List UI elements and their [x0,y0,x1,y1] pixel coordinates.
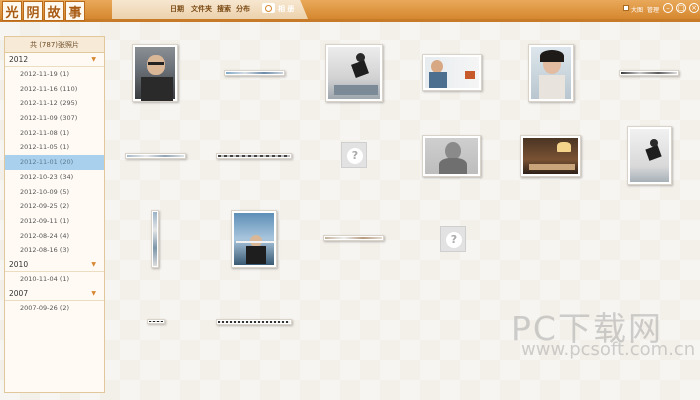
logo-char: 阴 [23,1,43,21]
date-item[interactable]: 2012-08-16 (3) [5,243,104,258]
logo-char: 故 [44,1,64,21]
photo-thumbnail[interactable] [231,210,277,268]
year-label: 2012 [9,55,29,64]
photo-thumbnail[interactable] [151,210,159,268]
photo-thumbnail[interactable] [125,153,186,159]
photo-thumbnail[interactable] [520,135,581,177]
date-item[interactable]: 2012-11-05 (1) [5,140,104,155]
date-item[interactable]: 2012-09-11 (1) [5,214,104,229]
nav-album[interactable]: 相 册 [278,4,294,14]
date-item[interactable]: 2012-11-08 (1) [5,126,104,141]
missing-photo-placeholder[interactable]: ? [440,226,466,252]
date-item[interactable]: 2012-11-09 (307) [5,111,104,126]
nav-date[interactable]: 日期 [170,4,184,14]
date-item[interactable]: 2012-09-25 (2) [5,199,104,214]
nav-folder[interactable]: 文件夹 [191,4,212,14]
logo-char: 事 [65,1,85,21]
photo-thumbnail[interactable] [422,54,482,91]
date-item[interactable]: 2012-11-19 (1) [5,67,104,82]
large-view-label[interactable]: 大图 [631,5,643,14]
manage-link[interactable]: 管理 [647,5,659,14]
chevron-down-icon[interactable]: ▼ [91,258,96,272]
photo-count: 共 (787)张照片 [5,37,104,53]
date-item[interactable]: 2012-08-24 (4) [5,229,104,244]
close-button[interactable]: × [689,3,699,13]
photo-thumbnail[interactable] [325,44,383,102]
missing-photo-placeholder[interactable]: ? [341,142,367,168]
date-item[interactable]: 2010-11-04 (1) [5,272,104,287]
large-view-checkbox[interactable] [623,5,629,11]
question-mark-icon: ? [347,148,363,164]
date-item-selected[interactable]: 2012-11-01 (20) [5,155,104,170]
chevron-down-icon[interactable]: ▼ [91,287,96,301]
camera-icon [262,3,275,13]
date-item[interactable]: 2012-10-09 (5) [5,185,104,200]
photo-thumbnail[interactable] [224,70,285,76]
question-mark-icon: ? [446,232,462,248]
app-logo: 光 阴 故 事 [2,1,85,21]
photo-thumbnail[interactable] [216,153,292,159]
logo-char: 光 [2,1,22,21]
chevron-down-icon[interactable]: ▼ [91,53,96,67]
title-bar [0,0,700,19]
nav-distribution[interactable]: 分布 [236,4,250,14]
date-item[interactable]: 2012-11-12 (295) [5,96,104,111]
year-2012[interactable]: 2012 ▼ [5,53,104,67]
year-2007[interactable]: 2007 ▼ [5,287,104,301]
maximize-button[interactable]: □ [676,3,686,13]
photo-thumbnail[interactable] [216,319,292,325]
photo-thumbnail[interactable] [422,135,481,177]
photo-thumbnail[interactable] [627,126,672,185]
watermark-url: www.pcsoft.com.cn [521,339,696,360]
date-item[interactable]: 2012-11-16 (110) [5,82,104,97]
photo-thumbnail[interactable] [619,70,679,76]
date-sidebar: 共 (787)张照片 2012 ▼ 2012-11-19 (1) 2012-11… [4,36,105,393]
year-label: 2007 [9,288,29,298]
minimize-button[interactable]: – [663,3,673,13]
photo-thumbnail[interactable] [528,44,574,102]
photo-thumbnail[interactable] [323,235,384,241]
date-item[interactable]: 2007-09-26 (2) [5,301,104,316]
date-item[interactable]: 2012-10-23 (34) [5,170,104,185]
year-label: 2010 [9,259,29,269]
title-bar-edge [0,19,700,22]
photo-thumbnail[interactable] [147,319,165,324]
year-2010[interactable]: 2010 ▼ [5,258,104,272]
nav-search[interactable]: 搜索 [217,4,231,14]
photo-thumbnail[interactable] [132,44,178,102]
